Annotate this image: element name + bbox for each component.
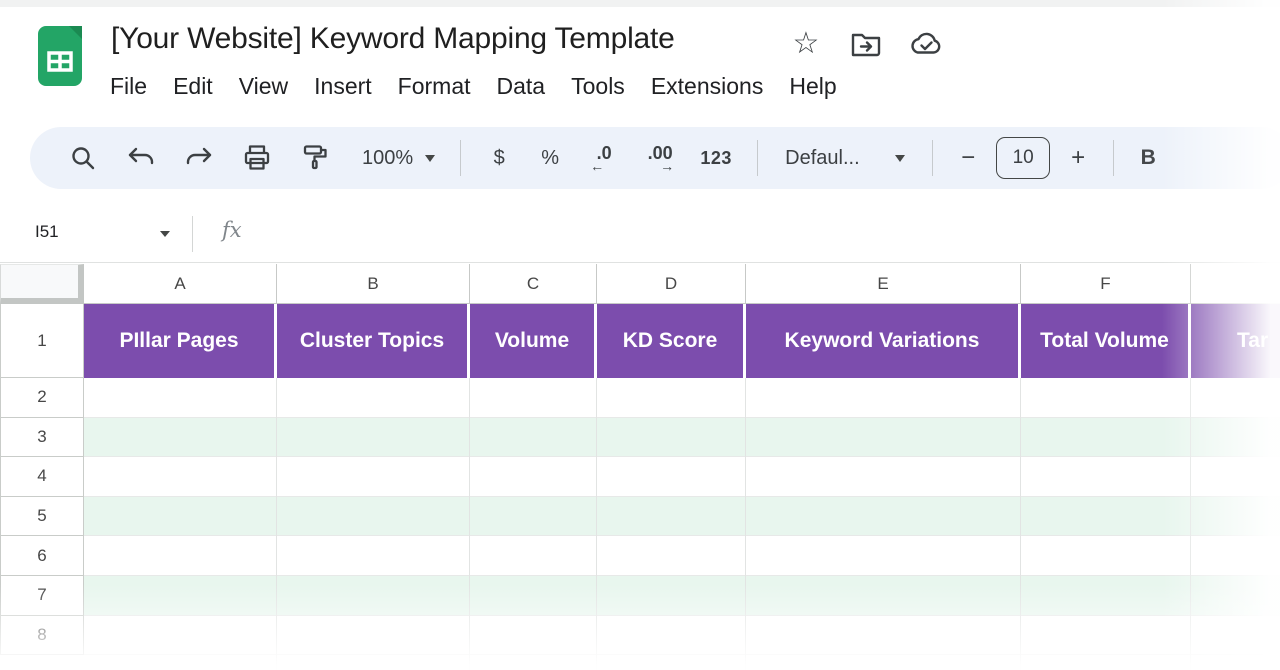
move-folder-icon[interactable]: [848, 26, 884, 62]
currency-format-button[interactable]: $: [474, 127, 524, 189]
row-header-6[interactable]: 6: [0, 536, 84, 576]
cell-d1[interactable]: KD Score: [597, 304, 746, 378]
column-header-f[interactable]: F: [1021, 264, 1191, 304]
menu-item-tools[interactable]: Tools: [558, 73, 638, 100]
toolbar-separator: [460, 140, 461, 176]
currency-label: $: [494, 147, 505, 170]
column-header-a[interactable]: A: [84, 264, 277, 304]
sheet-row-5[interactable]: [84, 497, 1280, 537]
column-header-d[interactable]: D: [597, 264, 746, 304]
decrease-decimal-button[interactable]: .0 ←: [576, 127, 632, 189]
column-header-g[interactable]: [1191, 264, 1280, 304]
search-icon[interactable]: [54, 127, 112, 189]
name-box[interactable]: I51: [35, 222, 59, 242]
percent-format-button[interactable]: %: [524, 127, 576, 189]
redo-icon[interactable]: [170, 127, 228, 189]
menu-item-extensions[interactable]: Extensions: [638, 73, 777, 100]
row-header-1[interactable]: 1: [0, 304, 84, 378]
menu-item-view[interactable]: View: [226, 73, 301, 100]
menu-item-edit[interactable]: Edit: [160, 73, 226, 100]
fx-icon: fx: [222, 218, 242, 242]
menu-item-insert[interactable]: Insert: [301, 73, 385, 100]
row-header-column: 1 2 3 4 5 6 7 8: [0, 304, 84, 655]
sheet-row-4[interactable]: [84, 457, 1280, 497]
toolbar-separator: [757, 140, 758, 176]
row-header-2[interactable]: 2: [0, 378, 84, 418]
cell-e1[interactable]: Keyword Variations: [746, 304, 1021, 378]
document-title[interactable]: [Your Website] Keyword Mapping Template: [111, 22, 675, 56]
window-top-edge: [0, 0, 1280, 7]
column-header-c[interactable]: C: [470, 264, 597, 304]
toolbar-separator: [932, 140, 933, 176]
sheet-row-2[interactable]: [84, 378, 1280, 418]
row-header-7[interactable]: 7: [0, 576, 84, 616]
spreadsheet-grid: A B C D E F 1 2 3 4 5 6 7 8 PIllar Pages…: [0, 264, 1280, 670]
menu-item-format[interactable]: Format: [385, 73, 484, 100]
bold-button[interactable]: B: [1127, 127, 1169, 189]
row-header-3[interactable]: 3: [0, 418, 84, 458]
cell-f1[interactable]: Total Volume: [1021, 304, 1191, 378]
formula-bar-separator: [192, 216, 193, 252]
row-header-8[interactable]: 8: [0, 616, 84, 656]
select-all-corner[interactable]: [0, 264, 84, 304]
chevron-down-icon: [425, 155, 435, 162]
cell-g1[interactable]: Tar: [1191, 304, 1280, 378]
chevron-down-icon: [895, 155, 905, 162]
toolbar: 100% $ % .0 ← .00 → 123 Defaul... − 10 +: [30, 127, 1280, 189]
font-size-input[interactable]: 10: [996, 137, 1050, 179]
chevron-down-icon[interactable]: [160, 231, 170, 237]
arrow-right-icon: →: [660, 161, 674, 172]
increase-decimal-button[interactable]: .00 →: [632, 127, 688, 189]
font-name-label: Defaul...: [785, 147, 859, 170]
column-header-b[interactable]: B: [277, 264, 470, 304]
increase-font-size-button[interactable]: +: [1056, 127, 1100, 189]
decrease-font-size-button[interactable]: −: [946, 127, 990, 189]
undo-icon[interactable]: [112, 127, 170, 189]
zoom-value: 100%: [362, 147, 413, 170]
zoom-control[interactable]: 100%: [350, 127, 447, 189]
google-sheets-app: [Your Website] Keyword Mapping Template …: [0, 0, 1280, 670]
percent-label: %: [541, 147, 559, 170]
row-header-5[interactable]: 5: [0, 497, 84, 537]
more-formats-button[interactable]: 123: [688, 127, 744, 189]
menu-item-data[interactable]: Data: [484, 73, 559, 100]
print-icon[interactable]: [228, 127, 286, 189]
toolbar-separator: [1113, 140, 1114, 176]
sheets-logo-icon[interactable]: [38, 26, 82, 86]
menu-item-help[interactable]: Help: [776, 73, 849, 100]
cell-a1[interactable]: PIllar Pages: [84, 304, 277, 378]
row-header-4[interactable]: 4: [0, 457, 84, 497]
cloud-saved-icon[interactable]: [908, 26, 944, 62]
star-icon[interactable]: ☆: [788, 26, 824, 62]
paint-format-icon[interactable]: [286, 127, 344, 189]
cell-c1[interactable]: Volume: [470, 304, 597, 378]
column-header-e[interactable]: E: [746, 264, 1021, 304]
sheet-row-3[interactable]: [84, 418, 1280, 458]
menu-bar: File Edit View Insert Format Data Tools …: [97, 70, 850, 102]
font-family-selector[interactable]: Defaul...: [771, 127, 919, 189]
arrow-left-icon: ←: [590, 161, 604, 172]
menu-item-file[interactable]: File: [97, 73, 160, 100]
column-header-row: A B C D E F: [0, 264, 1280, 304]
sheet-row-7[interactable]: [84, 576, 1280, 616]
cell-b1[interactable]: Cluster Topics: [277, 304, 470, 378]
more-formats-label: 123: [700, 148, 732, 169]
sheet-row-6[interactable]: [84, 536, 1280, 576]
sheet-row-8[interactable]: [84, 616, 1280, 656]
formula-bar: I51 fx: [0, 206, 1280, 263]
cell-area: PIllar Pages Cluster Topics Volume KD Sc…: [84, 304, 1280, 670]
header-row-1: PIllar Pages Cluster Topics Volume KD Sc…: [84, 304, 1280, 378]
